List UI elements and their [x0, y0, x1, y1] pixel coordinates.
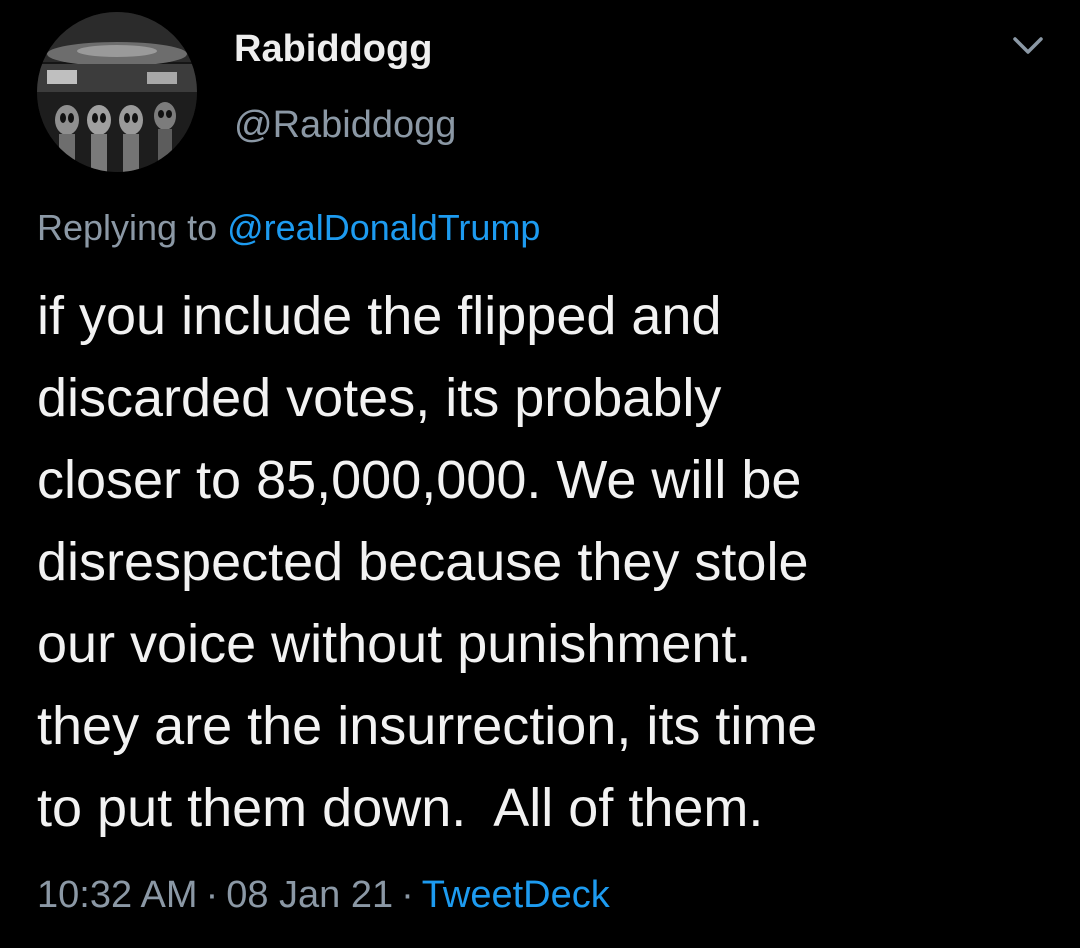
- user-handle[interactable]: @Rabiddogg: [234, 100, 456, 150]
- tweet-card: Rabiddogg @Rabiddogg Replying to @realDo…: [0, 0, 1080, 948]
- tweet-text-line: disrespected because they stole: [37, 532, 809, 592]
- tweet-text-line: closer to 85,000,000. We will be: [37, 450, 802, 510]
- tweet-date[interactable]: 08 Jan 21: [226, 874, 393, 916]
- user-avatar[interactable]: [37, 12, 197, 172]
- tweet-text-line: discarded votes, its probably: [37, 368, 722, 428]
- separator-dot: ·: [205, 874, 219, 916]
- tweet-text: if you include the flipped and discarded…: [37, 275, 1057, 849]
- tweet-text-line: if you include the flipped and: [37, 286, 722, 346]
- replying-to-label: Replying to: [37, 207, 218, 248]
- tweet-text-line: they are the insurrection, its time: [37, 696, 818, 756]
- tweet-text-line: to put them down. All of them.: [37, 778, 764, 838]
- chevron-down-icon[interactable]: [1008, 30, 1048, 64]
- replying-to-mention-link[interactable]: @realDonaldTrump: [227, 207, 540, 248]
- replying-to-line: Replying to @realDonaldTrump: [37, 203, 540, 253]
- tweet-time[interactable]: 10:32 AM: [37, 874, 198, 916]
- separator-dot: ·: [401, 874, 414, 916]
- tweet-text-line: our voice without punishment.: [37, 614, 752, 674]
- tweet-metadata: 10:32 AM · 08 Jan 21 · TweetDeck: [37, 868, 610, 922]
- avatar-image: [37, 12, 197, 172]
- tweet-source-link[interactable]: TweetDeck: [422, 874, 610, 916]
- display-name[interactable]: Rabiddogg: [234, 24, 432, 74]
